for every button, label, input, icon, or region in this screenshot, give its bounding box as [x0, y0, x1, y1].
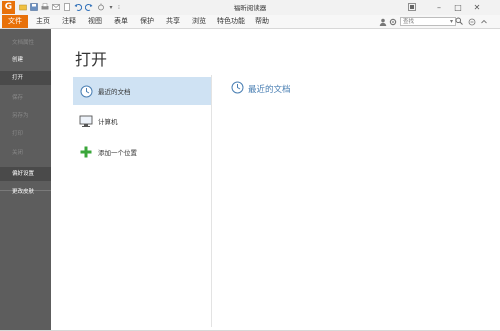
- place-label: 添加一个位置: [98, 149, 137, 157]
- sidebar-item-create[interactable]: 创建: [0, 53, 51, 67]
- settings-icon[interactable]: [388, 17, 397, 26]
- search-dropdown-icon[interactable]: ▾: [450, 18, 453, 25]
- search-input[interactable]: [401, 18, 443, 25]
- close-button[interactable]: ✕: [470, 0, 484, 14]
- place-add-location[interactable]: 添加一个位置: [73, 138, 211, 166]
- computer-icon: [79, 114, 93, 128]
- recent-documents-title: 最近的文档: [248, 84, 291, 95]
- tab-protect[interactable]: 保护: [138, 15, 156, 28]
- minimize-button[interactable]: –: [432, 0, 446, 14]
- sidebar-item-open[interactable]: 打开: [0, 71, 51, 85]
- maximize-button[interactable]: □: [451, 0, 465, 14]
- tab-share[interactable]: 共享: [164, 15, 182, 28]
- title-bar: G ▾ ⁝ 福昕阅读器 – □ ✕: [0, 0, 500, 15]
- tab-file[interactable]: 文件: [2, 15, 28, 28]
- place-label: 计算机: [98, 118, 118, 126]
- ribbon-toggle-icon[interactable]: [479, 17, 488, 26]
- sidebar-item-preferences[interactable]: 偏好设置: [0, 167, 51, 181]
- window-title: 福昕阅读器: [233, 4, 267, 12]
- user-icon[interactable]: [378, 17, 387, 26]
- sidebar-item-document-properties[interactable]: 文档属性: [0, 36, 51, 50]
- clock-icon: [231, 81, 244, 96]
- restore-icon[interactable]: [405, 0, 419, 14]
- tab-view[interactable]: 视图: [86, 15, 104, 28]
- tab-browse[interactable]: 浏览: [190, 15, 208, 28]
- place-recent-documents[interactable]: 最近的文档: [73, 77, 211, 105]
- find-options-icon[interactable]: [467, 17, 476, 26]
- sidebar-item-close[interactable]: 关闭: [0, 146, 51, 160]
- tab-home[interactable]: 主页: [34, 15, 52, 28]
- tab-help[interactable]: 帮助: [253, 15, 271, 28]
- plus-icon: [79, 145, 93, 159]
- tab-comment[interactable]: 注释: [60, 15, 78, 28]
- place-label: 最近的文档: [98, 88, 131, 96]
- search-box[interactable]: ▾: [400, 17, 456, 26]
- clock-icon: [79, 84, 93, 98]
- sidebar-item-change-skin[interactable]: 更改皮肤: [0, 185, 51, 199]
- file-backstage-sidebar: 文档属性 创建 打开 保存 另存为 打印 关闭 偏好设置 更改皮肤: [0, 29, 51, 331]
- place-computer[interactable]: 计算机: [73, 107, 211, 135]
- tab-features[interactable]: 特色功能: [214, 15, 248, 28]
- places-list: 最近的文档 计算机 添加一个位置: [73, 75, 212, 327]
- recent-documents-header: 最近的文档: [231, 81, 291, 96]
- search-icon[interactable]: [454, 16, 464, 26]
- tab-form[interactable]: 表单: [112, 15, 130, 28]
- sidebar-item-save[interactable]: 保存: [0, 91, 51, 105]
- sidebar-item-print[interactable]: 打印: [0, 127, 51, 141]
- sidebar-item-save-as[interactable]: 另存为: [0, 109, 51, 123]
- page-title: 打开: [75, 50, 108, 69]
